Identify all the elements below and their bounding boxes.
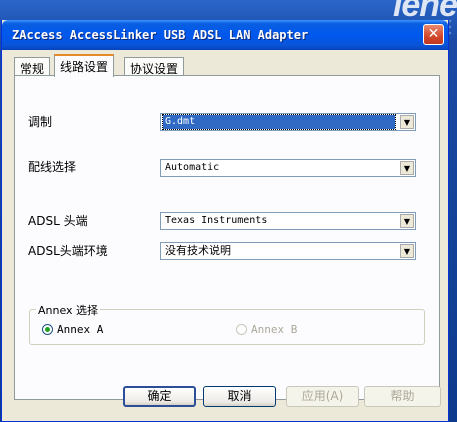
ok-button[interactable]: 确定 (123, 386, 196, 407)
tab-general[interactable]: 常规 (14, 57, 51, 76)
annex-a-label: Annex A (57, 323, 104, 336)
help-button: 帮助 (364, 386, 441, 407)
radio-unchecked-icon (236, 324, 247, 335)
close-icon[interactable]: ✕ (423, 24, 444, 45)
adsl-head-select[interactable]: Texas Instruments ▼ (160, 212, 416, 230)
tab-protocol-settings[interactable]: 协议设置 (124, 57, 185, 76)
wiring-label: 配线选择 (28, 160, 77, 174)
chevron-down-icon[interactable]: ▼ (400, 214, 414, 228)
chevron-down-icon[interactable]: ▼ (400, 244, 414, 258)
window-title: ZAccess AccessLinker USB ADSL LAN Adapte… (12, 28, 309, 42)
radio-checked-icon[interactable] (42, 324, 53, 335)
modulation-select[interactable]: G.dmt ▼ (160, 113, 416, 131)
dialog-window: ZAccess AccessLinker USB ADSL LAN Adapte… (1, 20, 449, 422)
adsl-env-select[interactable]: 没有技术说明 ▼ (160, 242, 416, 260)
modulation-label: 调制 (28, 115, 53, 129)
tab-line-settings[interactable]: 线路设置 (54, 54, 115, 77)
chevron-down-icon[interactable]: ▼ (400, 161, 414, 175)
apply-button: 应用(A) (286, 386, 359, 407)
annex-group: Annex 选择 Annex A Annex B (29, 302, 425, 345)
cancel-button[interactable]: 取消 (203, 386, 276, 407)
annex-b-radio: Annex B (236, 323, 297, 336)
wiring-value: Automatic (165, 162, 220, 173)
adsl-head-value: Texas Instruments (165, 215, 268, 226)
adsl-env-value: 没有技术说明 (165, 244, 231, 257)
adsl-head-label: ADSL 头端 (28, 214, 88, 228)
wiring-select[interactable]: Automatic ▼ (160, 159, 416, 177)
modulation-value: G.dmt (162, 114, 396, 130)
annex-legend: Annex 选择 (36, 302, 101, 318)
annex-a-radio[interactable]: Annex A (42, 323, 103, 336)
tab-panel: 调制 G.dmt ▼ 配线选择 Automatic ▼ ADSL 头端 Texa… (14, 75, 440, 400)
adsl-env-label: ADSL头端环境 (28, 244, 108, 258)
annex-b-label: Annex B (251, 323, 298, 336)
title-bar[interactable]: ZAccess AccessLinker USB ADSL LAN Adapte… (2, 20, 448, 50)
chevron-down-icon[interactable]: ▼ (400, 115, 414, 129)
